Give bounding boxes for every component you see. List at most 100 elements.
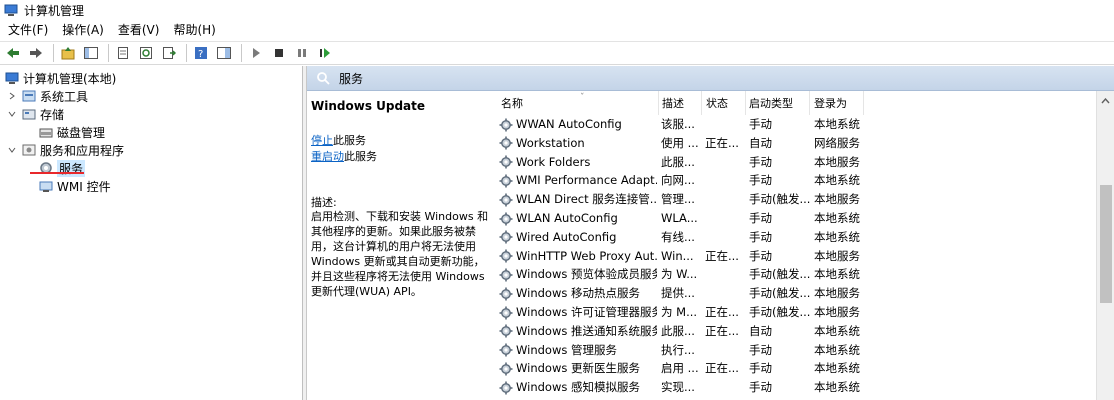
stop-service-link[interactable]: 停止 (311, 134, 333, 147)
table-row[interactable]: Windows 感知模拟服务 实现... 手动 本地系统 (490, 378, 1110, 397)
service-name: Windows 预览体验成员服务 (516, 267, 657, 282)
service-logon-cell: 本地服务 (814, 192, 860, 207)
back-icon[interactable] (3, 43, 23, 63)
tree-item-label: 存储 (40, 107, 65, 122)
table-row[interactable]: Windows 推送通知系统服务 此服... 正在... 自动 本地系统 (490, 322, 1110, 341)
service-name-cell: Windows 更新医生服务 (499, 359, 657, 378)
tree-item-services[interactable]: 服务 (38, 159, 86, 177)
restart-service-link[interactable]: 重启动 (311, 150, 344, 163)
tree-item-root[interactable]: 计算机管理(本地) (4, 69, 116, 87)
service-name: WWAN AutoConfig (516, 117, 622, 131)
disk-icon (38, 124, 54, 140)
gear-icon (499, 287, 513, 301)
table-row[interactable]: Work Folders 此服... 手动 本地服务 (490, 153, 1110, 172)
help-icon[interactable]: ? (191, 43, 211, 63)
column-header-label: 登录为 (814, 97, 847, 110)
gear-icon (499, 174, 513, 188)
scrollbar-thumb[interactable] (1100, 185, 1112, 303)
navigation-tree: 计算机管理(本地) 系统工具 存储 磁盘管理 服务和应用程序 服务 WMI 控件 (0, 66, 303, 400)
gear-icon (499, 249, 513, 263)
column-header-name[interactable]: 名称 ˇ (496, 91, 659, 115)
tree-item-label: 计算机管理(本地) (23, 71, 117, 86)
panel-title: 服务 (339, 71, 364, 86)
toolbar-separator (108, 44, 109, 62)
service-name: Work Folders (516, 154, 591, 169)
toolbar: ? (0, 41, 1114, 65)
service-name-cell: Work Folders (499, 153, 657, 172)
table-row[interactable]: WLAN Direct 服务连接管... 管理... 手动(触发... 本地服务 (490, 190, 1110, 209)
service-name-cell: Windows 移动热点服务 (499, 284, 657, 303)
table-row[interactable]: Windows 移动热点服务 提供... 手动(触发... 本地服务 (490, 284, 1110, 303)
table-row[interactable]: WLAN AutoConfig WLA... 手动 本地系统 (490, 209, 1110, 228)
service-description-cell: 启用 ... (661, 361, 699, 376)
service-status-cell (705, 190, 745, 209)
tree-item-system-tools[interactable]: 系统工具 (6, 87, 88, 105)
service-name: WLAN AutoConfig (516, 211, 618, 225)
service-description-cell: WLA... (661, 211, 698, 225)
services-apps-icon (21, 142, 37, 158)
tree-item-disk-management[interactable]: 磁盘管理 (38, 123, 105, 141)
tree-item-storage[interactable]: 存储 (6, 105, 64, 123)
service-startup-cell: 手动 (749, 361, 772, 376)
table-row[interactable]: Windows 更新医生服务 启用 ... 正在... 手动 本地系统 (490, 359, 1110, 378)
service-logon-cell: 本地系统 (814, 323, 860, 338)
pause-service-icon[interactable] (292, 43, 312, 63)
chevron-up-icon[interactable] (1097, 94, 1114, 108)
table-row[interactable]: Windows 管理服务 执行... 手动 本地系统 (490, 341, 1110, 360)
tree-item-services-apps[interactable]: 服务和应用程序 (6, 141, 124, 159)
table-row[interactable]: Windows 许可证管理器服务为 M... 正在... 手动(触发... 本地服务 (490, 303, 1110, 322)
service-status-cell (705, 228, 745, 247)
restart-service-icon[interactable] (315, 43, 335, 63)
menu-help[interactable]: 帮助(H) (165, 20, 221, 41)
menu-view[interactable]: 查看(V) (110, 20, 166, 41)
column-header-label: 启动类型 (749, 97, 793, 110)
table-row[interactable]: Windows 预览体验成员服务为 W... 手动(触发... 本地系统 (490, 265, 1110, 284)
toolbar-separator (241, 44, 242, 62)
chevron-down-icon[interactable] (6, 108, 18, 120)
menu-action[interactable]: 操作(A) (54, 20, 110, 41)
vertical-scrollbar[interactable] (1096, 91, 1114, 400)
column-header-startup-type[interactable]: 启动类型 (744, 91, 810, 115)
service-name: Windows 推送通知系统服务 (516, 323, 657, 338)
service-logon-cell: 网络服务 (814, 135, 860, 150)
gear-icon (499, 362, 513, 376)
table-row[interactable]: WinHTTP Web Proxy Aut... Win... 正在... 手动 本地服… (490, 247, 1110, 266)
up-folder-icon[interactable] (58, 43, 78, 63)
stop-service-icon[interactable] (269, 43, 289, 63)
service-description-cell: 此服... (661, 323, 695, 338)
export-list-icon[interactable] (159, 43, 179, 63)
description-label: 描述: (311, 196, 337, 209)
refresh-icon[interactable] (136, 43, 156, 63)
sort-ascending-icon: ˇ (580, 93, 585, 103)
service-description-cell: 该服... (661, 117, 695, 131)
selected-service-name: Windows Update (311, 99, 426, 113)
chevron-down-icon[interactable] (6, 144, 18, 156)
service-name: WinHTTP Web Proxy Aut... (516, 248, 657, 263)
tools-icon (21, 88, 37, 104)
tree-item-wmi[interactable]: WMI 控件 (38, 177, 111, 195)
service-description-cell: 管理... (661, 192, 695, 207)
service-description-cell: 实现... (661, 380, 695, 395)
chevron-right-icon[interactable] (6, 90, 18, 102)
menu-file[interactable]: 文件(F) (0, 20, 54, 41)
table-row[interactable]: Wired AutoConfig 有线... 手动 本地系统 (490, 228, 1110, 247)
column-header-logon[interactable]: 登录为 (809, 91, 864, 115)
table-row[interactable]: WWAN AutoConfig 该服... 手动 本地系统 (490, 115, 1110, 134)
properties-icon[interactable] (113, 43, 133, 63)
service-logon-cell: 本地系统 (814, 361, 860, 376)
column-header-description[interactable]: 描述 (657, 91, 702, 115)
start-service-icon[interactable] (246, 43, 266, 63)
service-startup-cell: 手动 (749, 229, 772, 244)
forward-icon[interactable] (26, 43, 46, 63)
service-logon-cell: 本地服务 (814, 286, 860, 301)
gear-icon (499, 118, 513, 132)
service-description-cell: 为 M... (661, 305, 698, 319)
window-title: 计算机管理 (24, 3, 85, 18)
service-description: 启用检测、下载和安装 Windows 和其他程序的更新。如果此服务被禁用，这台计… (311, 210, 489, 298)
table-row[interactable]: WMI Performance Adapt... 向网... 手动 本地系统 (490, 171, 1110, 190)
service-name-cell: WMI Performance Adapt... (499, 171, 657, 190)
show-action-pane-icon[interactable] (214, 43, 234, 63)
show-hide-tree-icon[interactable] (81, 43, 101, 63)
table-row[interactable]: Workstation 使用 ... 正在... 自动 网络服务 (490, 134, 1110, 153)
column-header-status[interactable]: 状态 (701, 91, 746, 115)
